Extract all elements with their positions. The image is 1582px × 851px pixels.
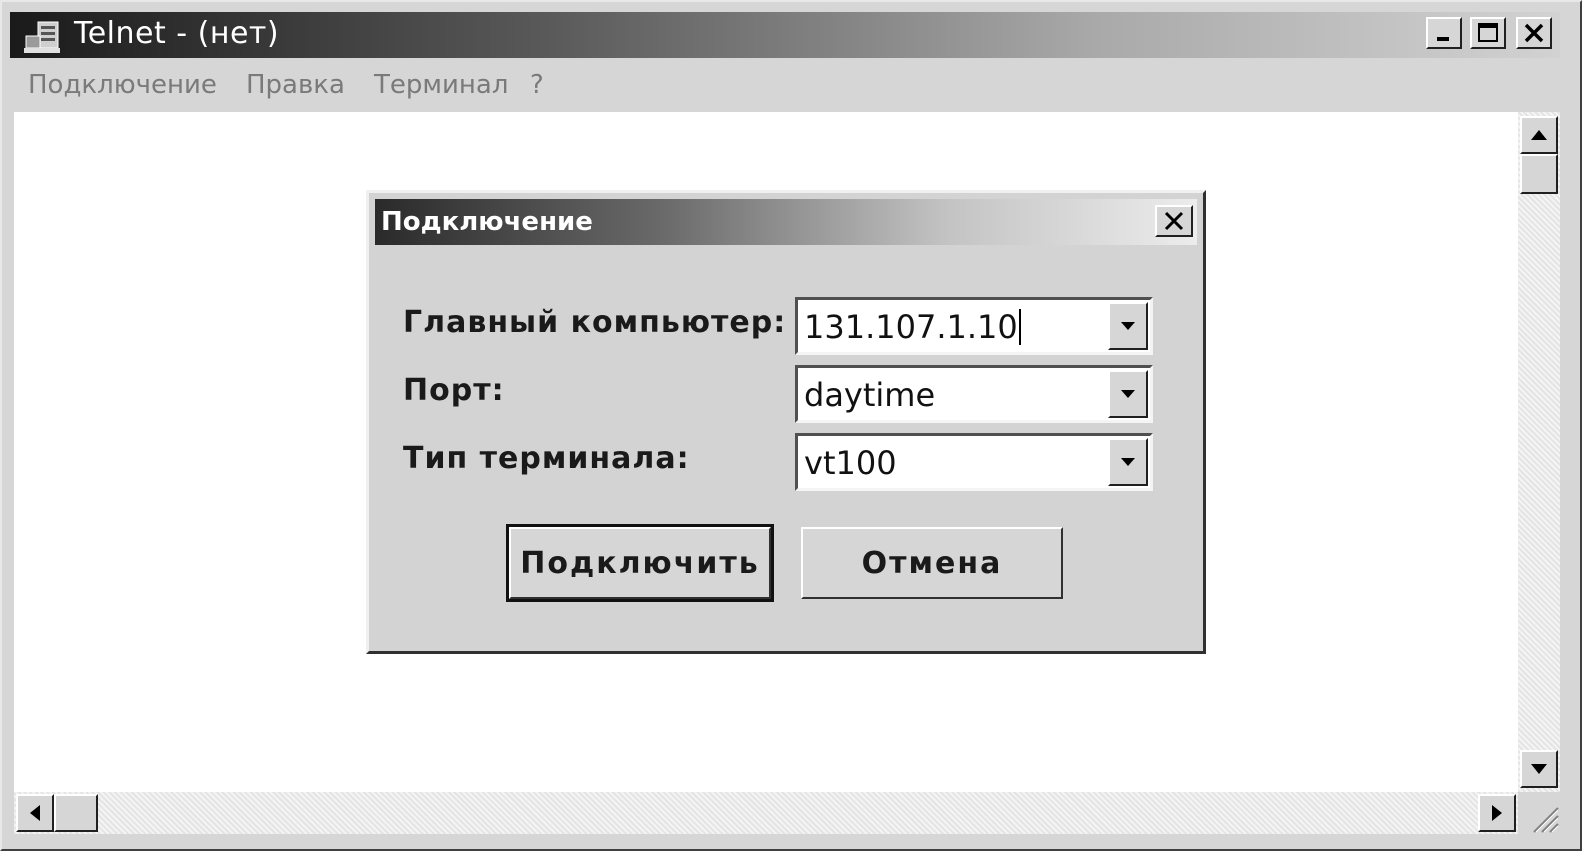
dialog-title-bar[interactable]: Подключение [375,199,1197,245]
port-value[interactable]: daytime [804,376,935,414]
title-bar[interactable]: Telnet - (нет) [10,12,1560,58]
host-dropdown-button[interactable] [1108,302,1148,350]
menu-help[interactable]: ? [530,70,544,100]
window-title: Telnet - (нет) [74,16,280,51]
port-dropdown-button[interactable] [1108,370,1148,418]
maximize-button[interactable] [1470,17,1506,49]
horizontal-scroll-thumb[interactable] [54,794,98,832]
text-caret [1018,309,1021,345]
resize-grip-icon [1533,807,1559,833]
telnet-window: Telnet - (нет) Подключение Правка Термин… [0,0,1582,851]
port-combobox[interactable]: daytime [795,365,1153,423]
scroll-right-button[interactable] [1478,794,1516,832]
vertical-scroll-thumb[interactable] [1520,154,1558,194]
maximize-icon [1478,23,1498,42]
dialog-title: Подключение [381,207,593,237]
host-combobox[interactable]: 131.107.1.10 [795,297,1153,355]
cancel-button[interactable]: Отмена [801,527,1063,599]
connect-dialog: Подключение Главный компьютер: 131.107.1… [366,190,1206,654]
terminal-type-dropdown-button[interactable] [1108,438,1148,486]
chevron-down-icon [1121,390,1135,398]
arrow-left-icon [30,805,40,821]
minimize-button[interactable] [1426,17,1462,49]
terminal-type-combobox[interactable]: vt100 [795,433,1153,491]
chevron-down-icon [1121,322,1135,330]
chevron-down-icon [1121,458,1135,466]
terminal-type-value[interactable]: vt100 [804,444,897,482]
menu-terminal[interactable]: Терминал [374,70,508,100]
connect-button[interactable]: Подключить [506,524,774,602]
scroll-up-button[interactable] [1520,116,1558,154]
close-icon [1524,23,1544,43]
host-label: Главный компьютер: [403,305,787,340]
terminal-type-label: Тип терминала: [403,441,690,476]
telnet-computer-icon [24,21,60,53]
arrow-up-icon [1531,130,1547,140]
arrow-right-icon [1492,805,1502,821]
scroll-left-button[interactable] [16,794,54,832]
horizontal-scrollbar[interactable] [14,792,1518,834]
menu-bar: Подключение Правка Терминал ? [10,60,1560,110]
arrow-down-icon [1531,764,1547,774]
minimize-icon [1437,37,1449,41]
port-label: Порт: [403,373,505,408]
close-icon [1164,211,1184,231]
resize-grip[interactable] [1520,794,1560,834]
vertical-scrollbar[interactable] [1518,112,1560,792]
scroll-down-button[interactable] [1520,750,1558,788]
menu-edit[interactable]: Правка [246,70,345,100]
menu-connect[interactable]: Подключение [28,70,217,100]
close-button[interactable] [1516,17,1552,49]
dialog-close-button[interactable] [1155,205,1193,237]
host-input[interactable]: 131.107.1.10 [804,308,1021,347]
